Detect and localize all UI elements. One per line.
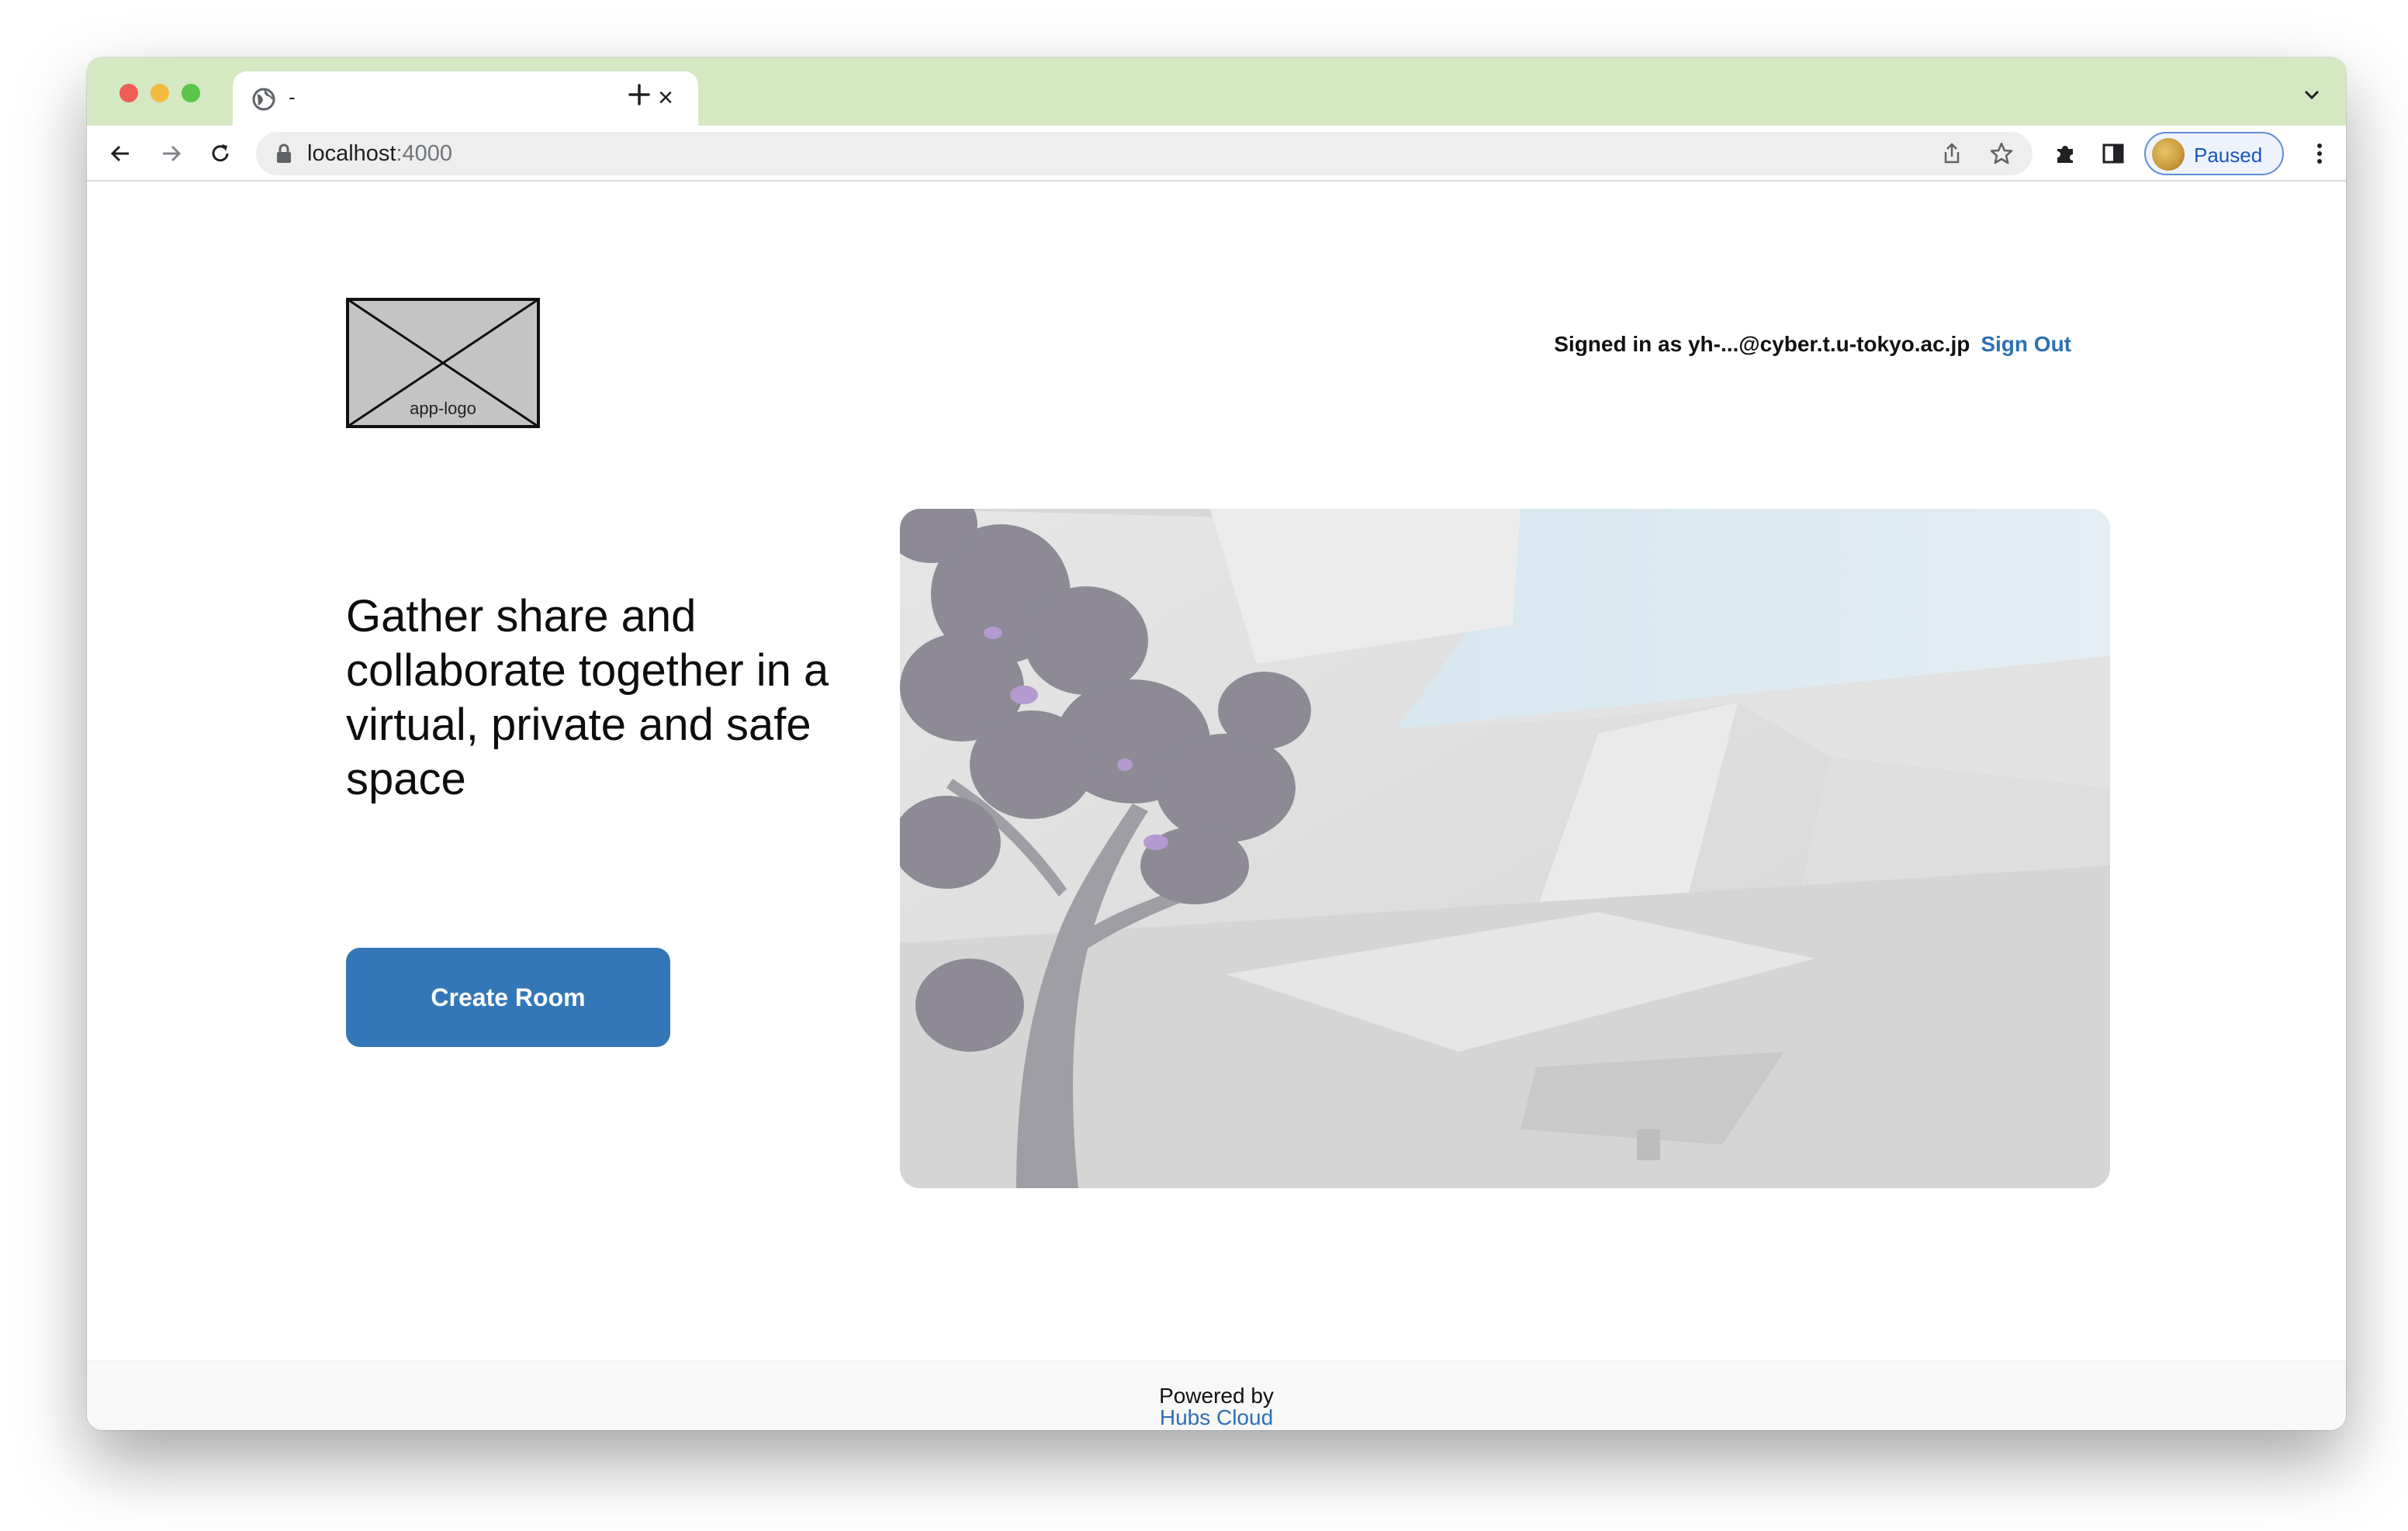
globe-icon — [252, 88, 275, 111]
page-content: app-logo Signed in as yh-...@cyber.t.u-t… — [87, 183, 2346, 1430]
tab-title: - — [289, 85, 296, 109]
address-bar[interactable]: localhost:4000 — [256, 132, 2033, 175]
tab-strip: - × — [87, 57, 2346, 126]
extensions-icon[interactable] — [2051, 140, 2079, 168]
chevron-down-icon[interactable] — [2299, 82, 2324, 107]
sign-out-link[interactable]: Sign Out — [1981, 332, 2071, 356]
virtual-room-illustration — [900, 509, 2110, 1188]
create-room-button[interactable]: Create Room — [346, 948, 670, 1047]
side-panel-icon[interactable] — [2099, 140, 2127, 168]
browser-toolbar: localhost:4000 Paused — [87, 126, 2346, 181]
url-host: localhost — [307, 141, 396, 166]
powered-by-text: Powered by — [1159, 1384, 1274, 1408]
profile-status: Paused — [2194, 143, 2263, 167]
lock-icon[interactable] — [275, 143, 293, 164]
reload-icon[interactable] — [206, 140, 234, 168]
minimize-window-button[interactable] — [150, 84, 169, 102]
kebab-menu-icon[interactable] — [2306, 140, 2334, 168]
forward-icon[interactable] — [157, 140, 185, 168]
avatar — [2152, 138, 2185, 171]
star-icon[interactable] — [1988, 140, 2015, 168]
share-icon[interactable] — [1938, 140, 1966, 168]
maximize-window-button[interactable] — [182, 84, 200, 102]
signed-in-text: Signed in as yh-...@cyber.t.u-tokyo.ac.j… — [1554, 332, 1970, 356]
browser-window: - × localhost:4000 Paused app-logo Signe… — [87, 57, 2346, 1430]
logo-label: app-logo — [410, 399, 476, 418]
plus-icon[interactable] — [622, 78, 656, 112]
url-text[interactable]: localhost:4000 — [307, 141, 452, 167]
url-port: :4000 — [396, 141, 453, 166]
footer: Powered by Hubs Cloud — [87, 1360, 2346, 1430]
page-headline: Gather share and collaborate together in… — [346, 591, 829, 804]
close-window-button[interactable] — [119, 84, 138, 102]
hubs-cloud-link[interactable]: Hubs Cloud — [87, 1406, 2346, 1429]
signed-in-status: Signed in as yh-...@cyber.t.u-tokyo.ac.j… — [940, 332, 2071, 357]
profile-button[interactable]: Paused — [2144, 132, 2284, 175]
hero-image — [900, 509, 2110, 1188]
back-icon[interactable] — [107, 140, 135, 168]
